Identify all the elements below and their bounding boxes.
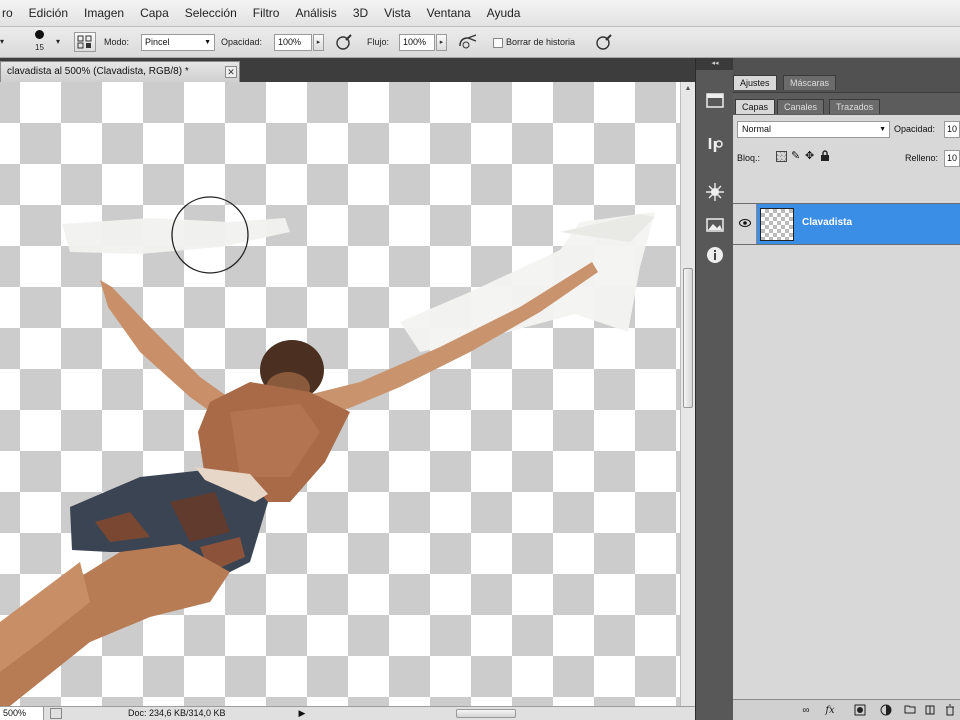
airbrush-pressure-icon[interactable] [334,32,356,52]
close-icon[interactable]: ✕ [225,66,237,78]
document-tab[interactable]: clavadista al 500% (Clavadista, RGB/8) *… [0,61,240,82]
trash-icon[interactable] [943,704,957,718]
menu-help[interactable]: Ayuda [479,6,529,20]
zoom-field[interactable]: 500% [0,707,44,720]
erase-history-label: Borrar de historia [506,37,576,47]
lock-pixels-icon[interactable]: ✎ [791,149,800,162]
menu-select[interactable]: Selección [177,6,245,20]
tab-adjustments[interactable]: Ajustes [733,75,777,90]
erase-history-checkbox[interactable] [493,38,503,48]
right-panels: Ajustes Máscaras Capas Canales Trazados … [733,58,960,720]
link-icon[interactable]: ∞ [799,704,813,718]
history-icon[interactable] [703,88,727,112]
lock-position-icon[interactable]: ✥ [805,149,814,162]
tablet-pressure-icon[interactable] [594,32,616,52]
tool-preset-arrow-icon[interactable]: ▾ [0,37,4,46]
vertical-scrollbar[interactable]: ▲ [680,82,695,706]
options-bar: ▾ 15 ▾ Modo: Pincel ▼ Opacidad: 100% ▸ F… [0,27,960,58]
menu-file-partial[interactable]: ro [0,6,21,20]
lock-label: Bloq.: [737,153,761,163]
document-tab-bar: clavadista al 500% (Clavadista, RGB/8) *… [0,58,695,82]
mode-label: Modo: [104,37,130,47]
menu-view[interactable]: Vista [376,6,418,20]
menu-image[interactable]: Imagen [76,6,132,20]
mode-select[interactable]: Pincel ▼ [141,34,215,51]
new-layer-icon[interactable] [923,704,937,718]
group-icon[interactable] [903,704,917,718]
tab-paths[interactable]: Trazados [829,99,881,114]
brush-size-label: 15 [35,43,44,52]
menu-layer[interactable]: Capa [132,6,177,20]
layer-thumbnail [760,208,794,241]
zoom-view-icon[interactable] [50,708,62,719]
brush-panel-toggle-icon[interactable] [74,32,96,52]
mode-value: Pincel [145,37,170,47]
fill-input[interactable]: 10 [944,150,960,167]
menu-edit[interactable]: Edición [21,6,76,20]
brush-tip-icon [35,30,44,39]
opacity-slider-arrow-icon[interactable]: ▸ [313,34,324,51]
chevron-down-icon: ▼ [204,39,211,46]
tab-channels[interactable]: Canales [777,99,825,114]
menu-window[interactable]: Ventana [419,6,479,20]
brush-presets-icon[interactable] [703,133,727,157]
tab-layers[interactable]: Capas [735,99,776,114]
layer-row-clavadista[interactable]: Clavadista [733,203,960,245]
horizontal-scroll-thumb[interactable] [456,709,516,718]
mask-icon[interactable] [853,704,867,718]
collapse-dock-icon[interactable]: ◂◂ [696,58,734,70]
navigator-icon[interactable] [703,180,727,204]
canvas[interactable] [0,82,680,706]
menu-3d[interactable]: 3D [345,6,376,20]
flow-input[interactable]: 100% [399,34,435,51]
flow-slider-arrow-icon[interactable]: ▸ [436,34,447,51]
adjustments-tab-bar: Ajustes Máscaras [733,58,960,92]
scroll-thumb[interactable] [683,268,693,408]
doc-size-info: Doc: 234,6 KB/314,0 KB [128,708,226,718]
airbrush-icon[interactable] [456,32,480,52]
image-icon[interactable] [703,213,727,237]
menu-bar: ro Edición Imagen Capa Selección Filtro … [0,0,960,27]
photoshop-window: ro Edición Imagen Capa Selección Filtro … [0,0,960,720]
fill-label: Relleno: [905,153,939,163]
brush-picker-arrow-icon[interactable]: ▾ [56,37,60,46]
opacity-input[interactable]: 100% [274,34,312,51]
fx-icon[interactable]: fx [823,704,837,718]
adjustment-icon[interactable] [879,704,893,718]
flow-label: Flujo: [367,37,390,47]
eye-icon[interactable] [733,204,757,244]
layer-opacity-label: Opacidad: [894,124,936,134]
tab-masks[interactable]: Máscaras [783,75,837,90]
document-title: clavadista al 500% (Clavadista, RGB/8) * [7,66,189,77]
layer-opacity-input[interactable]: 10 [944,121,960,138]
opacity-label: Opacidad: [221,37,263,47]
info-icon[interactable] [703,243,727,267]
blend-mode-value: Normal [742,124,772,134]
layers-body: Normal ▼ Opacidad: 10 Bloq.: ✎ ✥ Relleno… [733,115,960,699]
lock-transparency-icon[interactable] [776,151,787,162]
diver-image [0,196,655,706]
status-menu-arrow-icon[interactable]: ▶ [296,707,308,720]
layers-footer: ∞ fx [733,699,960,720]
blend-mode-select[interactable]: Normal ▼ [737,121,890,138]
chevron-down-icon: ▼ [879,126,886,133]
menu-analysis[interactable]: Análisis [287,6,344,20]
panel-dock: ◂◂ [695,58,734,720]
layers-tab-bar: Capas Canales Trazados [733,93,960,115]
status-bar: 500% Doc: 234,6 KB/314,0 KB ▶ [0,706,695,720]
menu-filter[interactable]: Filtro [245,6,288,20]
layer-name[interactable]: Clavadista [802,217,852,228]
lock-all-icon[interactable] [820,150,830,161]
scroll-up-icon[interactable]: ▲ [683,85,693,95]
brush-picker[interactable]: 15 [30,29,50,55]
layers-panel: Capas Canales Trazados Normal ▼ Opacidad… [733,92,960,720]
